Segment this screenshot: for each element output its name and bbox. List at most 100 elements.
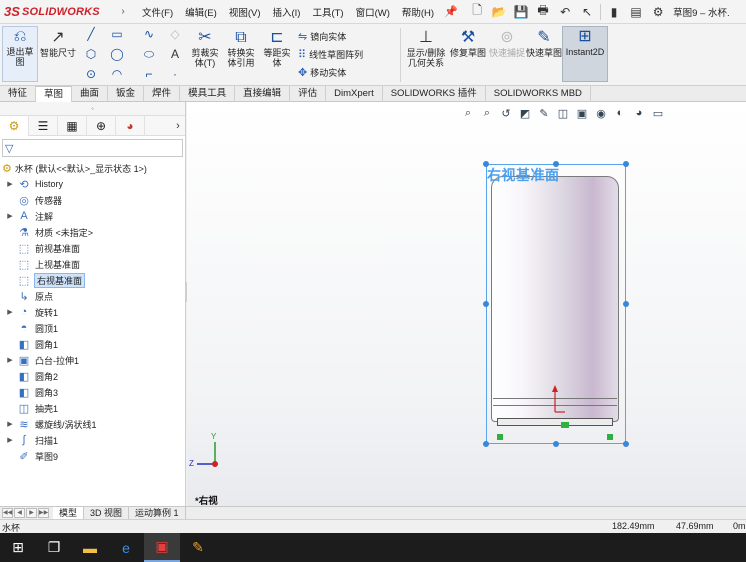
file-explorer-icon[interactable]: ▬ xyxy=(72,533,108,562)
corner-rectangle-icon[interactable]: ▭ xyxy=(106,26,128,42)
configuration-manager-tab-icon[interactable]: ▦ xyxy=(58,115,87,136)
tree-item[interactable]: ▶ ≋ 螺旋线/涡状线1 xyxy=(0,416,185,432)
tree-root-part[interactable]: ⚙ 水杯 (默认<<默认>_显示状态 1>) xyxy=(0,160,185,176)
tree-item[interactable]: ◧ 圆角2 xyxy=(0,368,185,384)
select-icon[interactable]: ↖ xyxy=(578,3,596,21)
expand-arrow-icon[interactable]: ▶ xyxy=(4,420,16,428)
pin-icon[interactable]: 📌 xyxy=(440,5,462,18)
feature-manager-tab-icon[interactable]: ⚙ xyxy=(0,115,29,136)
tab-addins[interactable]: SOLIDWORKS 插件 xyxy=(383,86,486,102)
text-icon[interactable]: A xyxy=(164,46,186,62)
menu-file[interactable]: 文件(F) xyxy=(136,5,179,19)
fillet-sketch-icon[interactable]: ⌐ xyxy=(138,66,160,82)
chevron-right-icon[interactable]: › xyxy=(116,6,130,17)
menu-view[interactable]: 视图(V) xyxy=(223,5,267,19)
tree-item[interactable]: ↳ 原点 xyxy=(0,288,185,304)
open-icon[interactable]: 📂 xyxy=(490,3,508,21)
next-tab-arrow-icon[interactable]: ▶ xyxy=(26,508,37,518)
tree-item[interactable]: ◧ 圆角1 xyxy=(0,336,185,352)
tab-features[interactable]: 特征 xyxy=(0,86,37,102)
exit-sketch-button[interactable]: ⎌ 退出草图 xyxy=(2,26,38,82)
first-tab-arrow-icon[interactable]: ◀◀ xyxy=(2,508,13,518)
convert-entities-button[interactable]: ⧉ 转换实体引用 xyxy=(224,28,258,69)
display-delete-relations-button[interactable]: ⊥ 显示/删除几何关系 xyxy=(404,28,448,69)
offset-entities-button[interactable]: ⊏ 等距实体 xyxy=(260,28,294,69)
tree-item[interactable]: ⚗ 材质 <未指定> xyxy=(0,224,185,240)
tree-item[interactable]: ▶ ⟲ History xyxy=(0,176,185,192)
graphics-area[interactable]: ⌕ ⌕ ↺ ◩ ✎ ◫ ▣ ◉ ◐ ◕ ▭ 右视基准面 Y Z *右视 xyxy=(187,102,746,507)
display-manager-tab-icon[interactable]: ◕ xyxy=(116,115,145,136)
menu-window[interactable]: 窗口(W) xyxy=(350,5,396,19)
undo-icon[interactable]: ↶ xyxy=(556,3,574,21)
circle-icon[interactable]: ◯ xyxy=(106,46,128,62)
solidworks-taskbar-icon[interactable]: ▣ xyxy=(144,533,180,562)
tab-evaluate[interactable]: 评估 xyxy=(290,86,327,102)
expand-arrow-icon[interactable]: ▶ xyxy=(4,436,16,444)
menu-edit[interactable]: 编辑(E) xyxy=(179,5,223,19)
traffic-light-icon[interactable]: ▮ xyxy=(605,3,623,21)
menu-insert[interactable]: 插入(I) xyxy=(266,5,306,19)
prev-tab-arrow-icon[interactable]: ◀ xyxy=(14,508,25,518)
expand-arrow-icon[interactable]: ▶ xyxy=(4,308,16,316)
tree-item[interactable]: ◫ 抽壳1 xyxy=(0,400,185,416)
trim-entities-button[interactable]: ✂ 剪裁实体(T) xyxy=(188,28,222,69)
print-icon[interactable]: 🖶 xyxy=(534,3,552,21)
tab-sheet-metal[interactable]: 钣金 xyxy=(108,86,145,102)
chevron-right-icon[interactable]: › xyxy=(171,120,185,132)
tree-item[interactable]: ▶ A 注解 xyxy=(0,208,185,224)
expand-arrow-icon[interactable]: ▶ xyxy=(4,180,16,188)
repair-sketch-button[interactable]: ⚒ 修复草图 xyxy=(450,28,486,59)
linear-pattern-button[interactable]: ⠿ 线性草图阵列 xyxy=(298,48,363,61)
arc-icon[interactable]: ◠ xyxy=(106,66,128,82)
edge-browser-icon[interactable]: e xyxy=(108,533,144,562)
menu-help[interactable]: 帮助(H) xyxy=(396,5,440,19)
last-tab-arrow-icon[interactable]: ▶▶ xyxy=(38,508,49,518)
paint-app-icon[interactable]: ✎ xyxy=(180,533,216,562)
spline-icon[interactable]: ∿ xyxy=(138,26,160,42)
tab-motion-study[interactable]: 运动算例 1 xyxy=(129,506,186,520)
line-tool-icon[interactable]: ╱ xyxy=(80,26,102,42)
tree-item[interactable]: ▶ ▣ 凸台-拉伸1 xyxy=(0,352,185,368)
options-icon[interactable]: ⚙ xyxy=(649,3,667,21)
tree-item[interactable]: ◓ 圆顶1 xyxy=(0,320,185,336)
smart-dimension-button[interactable]: ↗ 智能尺寸 xyxy=(40,28,76,59)
new-icon[interactable]: 🗋 xyxy=(468,3,486,21)
expand-arrow-icon[interactable]: ▶ xyxy=(4,212,16,220)
instant2d-button[interactable]: ⊞ Instant2D xyxy=(562,26,608,82)
slot-icon[interactable]: ⊙ xyxy=(80,66,102,82)
tree-item[interactable]: ▶ ◔ 旋转1 xyxy=(0,304,185,320)
move-entities-button[interactable]: ✥ 移动实体 xyxy=(298,66,346,79)
point-icon[interactable]: · xyxy=(164,66,186,82)
app-logo[interactable]: 3S SOLIDWORKS xyxy=(0,0,116,24)
tab-3d-views[interactable]: 3D 视图 xyxy=(84,506,130,520)
polygon-icon[interactable]: ⬡ xyxy=(80,46,102,62)
property-manager-tab-icon[interactable]: ☰ xyxy=(29,115,58,136)
quick-snaps-button[interactable]: ⊚ 快速捕捉 xyxy=(488,28,526,59)
tab-surfaces[interactable]: 曲面 xyxy=(72,86,109,102)
file-properties-icon[interactable]: ▤ xyxy=(627,3,645,21)
tab-mbd[interactable]: SOLIDWORKS MBD xyxy=(486,86,591,102)
surface-spline-icon[interactable]: ◇ xyxy=(164,26,186,42)
dimxpert-manager-tab-icon[interactable]: ⊕ xyxy=(87,115,116,136)
panel-resize-handle[interactable]: ◦ xyxy=(0,102,185,116)
tab-model[interactable]: 模型 xyxy=(53,506,85,520)
tree-item[interactable]: ◎ 传感器 xyxy=(0,192,185,208)
tree-item[interactable]: ✐ 草图9 xyxy=(0,448,185,464)
save-icon[interactable]: 💾 xyxy=(512,3,530,21)
rapid-sketch-button[interactable]: ✎ 快速草图 xyxy=(526,28,562,59)
tree-item[interactable]: ⬚ 前视基准面 xyxy=(0,240,185,256)
windows-start-icon[interactable]: ⊞ xyxy=(0,533,36,562)
tree-item[interactable]: ⬚ 右视基准面 xyxy=(0,272,185,288)
tree-item[interactable]: ▶ ∫ 扫描1 xyxy=(0,432,185,448)
tab-dimxpert[interactable]: DimXpert xyxy=(326,86,383,102)
tree-filter[interactable]: ▽ xyxy=(2,139,183,157)
mirror-entities-button[interactable]: ⇋ 镜向实体 xyxy=(298,30,346,43)
expand-arrow-icon[interactable]: ▶ xyxy=(4,356,16,364)
task-view-icon[interactable]: ❐ xyxy=(36,533,72,562)
tree-item[interactable]: ⬚ 上视基准面 xyxy=(0,256,185,272)
tab-mold-tools[interactable]: 模具工具 xyxy=(180,86,236,102)
tab-direct-editing[interactable]: 直接编辑 xyxy=(235,86,291,102)
ellipse-icon[interactable]: ⬭ xyxy=(138,46,160,62)
tree-item[interactable]: ◧ 圆角3 xyxy=(0,384,185,400)
tab-sketch[interactable]: 草图 xyxy=(36,86,73,102)
